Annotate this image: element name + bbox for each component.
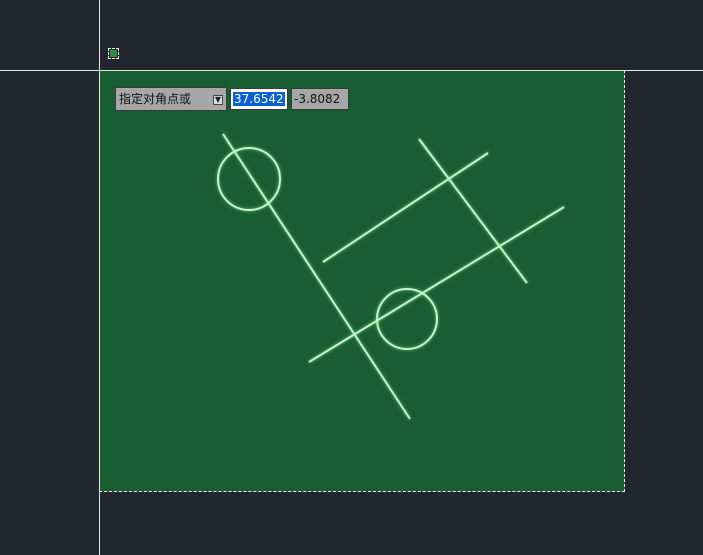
x-coordinate-value: 37.6542: [233, 92, 285, 106]
x-coordinate-field[interactable]: 37.6542: [230, 88, 288, 110]
y-coordinate-value: -3.8082: [294, 92, 341, 106]
dropdown-arrow-icon[interactable]: ▼: [213, 95, 223, 105]
dynamic-input-tooltip: 指定对角点或 ▼ 37.6542 -3.8082: [115, 87, 349, 111]
command-prompt-text: 指定对角点或: [119, 92, 192, 106]
crosshair-vertical: [99, 0, 100, 555]
pickbox-icon: [108, 48, 119, 59]
drawing-canvas[interactable]: 指定对角点或 ▼ 37.6542 -3.8082: [0, 0, 703, 555]
y-coordinate-field[interactable]: -3.8082: [291, 88, 349, 110]
crossing-selection-window: [99, 70, 625, 492]
crosshair-horizontal: [0, 70, 703, 71]
command-prompt[interactable]: 指定对角点或 ▼: [115, 87, 227, 111]
